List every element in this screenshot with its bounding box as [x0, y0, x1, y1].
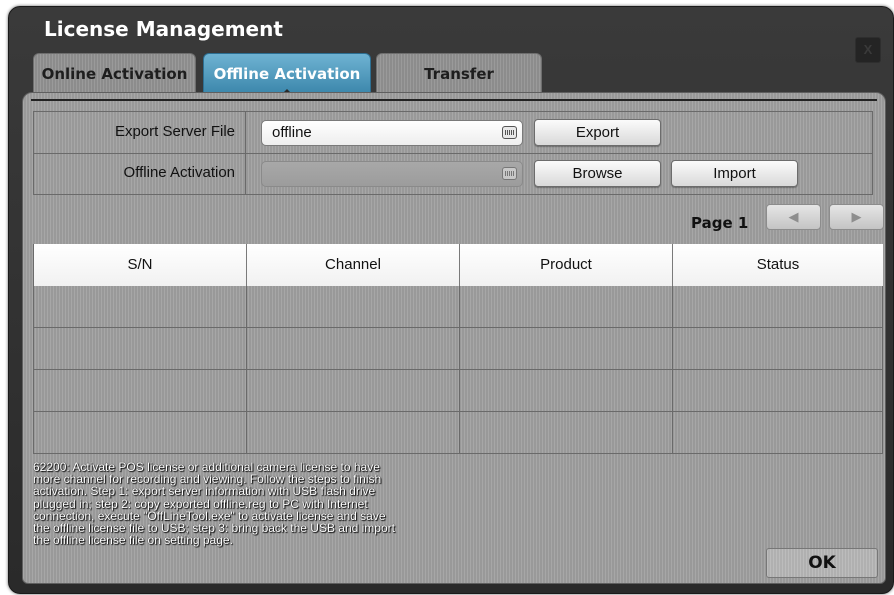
- export-row: Export Server File offline Export: [34, 112, 872, 154]
- ok-button[interactable]: OK: [766, 548, 878, 578]
- export-button[interactable]: Export: [534, 119, 661, 146]
- prev-page-button[interactable]: ◀: [766, 204, 821, 230]
- tab-divider: [31, 99, 877, 101]
- column-header-product[interactable]: Product: [460, 244, 672, 286]
- offline-file-input: [261, 161, 523, 187]
- instruction-line: activation. Step 1: export server inform…: [33, 484, 376, 499]
- tab-transfer[interactable]: Transfer: [376, 53, 542, 94]
- page-indicator: Page 1: [691, 214, 749, 232]
- import-button[interactable]: Import: [671, 160, 798, 187]
- column-header-sn[interactable]: S/N: [34, 244, 246, 286]
- close-icon[interactable]: X: [855, 37, 881, 63]
- export-file-value: offline: [272, 124, 312, 141]
- tab-online-activation[interactable]: Online Activation: [33, 53, 196, 94]
- keyboard-icon: [502, 167, 517, 180]
- offline-activation-panel: Export Server File offline Export Offlin…: [22, 92, 886, 584]
- column-header-channel[interactable]: Channel: [247, 244, 459, 286]
- offline-activation-label: Offline Activation: [34, 153, 246, 194]
- table-row[interactable]: [34, 453, 883, 454]
- offline-activation-row: Offline Activation Browse Import: [34, 153, 872, 194]
- arrow-right-icon: ▶: [851, 209, 862, 224]
- export-file-input[interactable]: offline: [261, 120, 523, 146]
- activation-instructions: 62200: Activate POS license or additiona…: [33, 461, 473, 548]
- table-row[interactable]: [34, 369, 883, 370]
- dialog-title: License Management: [44, 17, 283, 41]
- instruction-line: the offline license file on setting page…: [33, 533, 233, 548]
- browse-button[interactable]: Browse: [534, 160, 661, 187]
- arrow-left-icon: ◀: [788, 209, 799, 224]
- table-row[interactable]: [34, 327, 883, 328]
- keyboard-icon[interactable]: [502, 126, 517, 139]
- tab-offline-activation[interactable]: Offline Activation: [203, 53, 371, 95]
- export-server-file-label: Export Server File: [34, 112, 246, 153]
- table-header: S/N Channel Product Status: [34, 244, 883, 286]
- activation-form: Export Server File offline Export Offlin…: [33, 111, 873, 195]
- next-page-button[interactable]: ▶: [829, 204, 884, 230]
- license-table: S/N Channel Product Status: [33, 244, 883, 454]
- table-row[interactable]: [34, 411, 883, 412]
- column-header-status[interactable]: Status: [673, 244, 883, 286]
- instruction-line: plugged in; step 2: copy exported offlin…: [33, 496, 368, 511]
